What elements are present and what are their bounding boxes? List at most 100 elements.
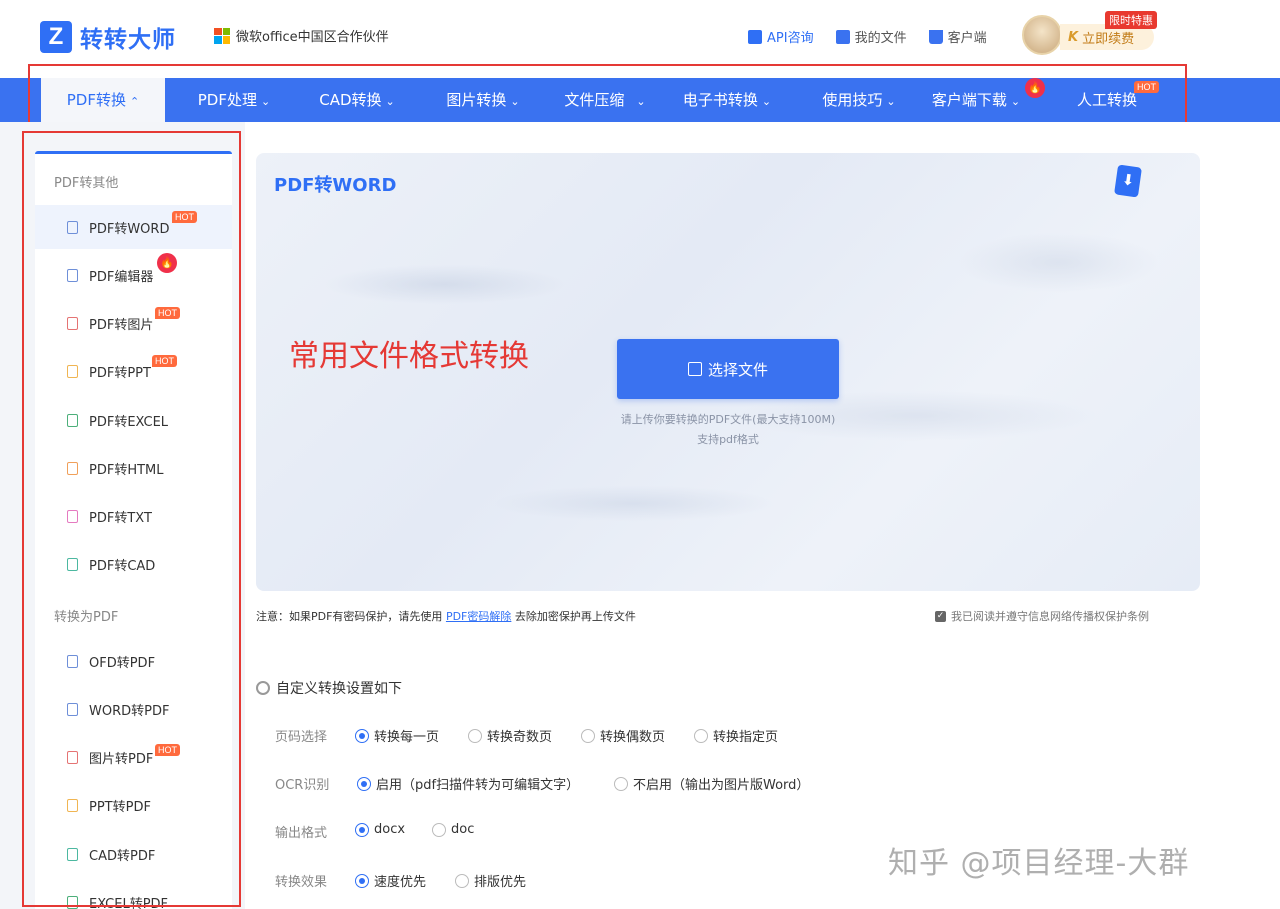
upload-area[interactable]: PDF转WORD ⬇ 常用文件格式转换 选择文件 请上传你要转换的PDF文件(最… xyxy=(256,153,1200,591)
nav-file-compress[interactable]: 文件压缩⌄ xyxy=(550,78,660,122)
nav-label: 人工转换 xyxy=(1077,91,1137,109)
nav-client-download[interactable]: 客户端下载⌄ xyxy=(920,78,1032,122)
sidebar-item-pdf-to-word[interactable]: PDF转WORD xyxy=(35,205,232,249)
sidebar-item-label: CAD转PDF xyxy=(89,845,155,864)
option-label: 排版优先 xyxy=(474,871,526,890)
radio-icon xyxy=(432,823,446,837)
nav-label: PDF处理 xyxy=(198,91,257,109)
nav-cad-convert[interactable]: CAD转换⌄ xyxy=(302,78,412,122)
option-label: 启用（pdf扫描件转为可编辑文字） xyxy=(376,774,579,793)
page-select-label: 页码选择 xyxy=(275,726,327,745)
api-consult-label: API咨询 xyxy=(767,27,814,46)
sidebar-item-excel-to-pdf[interactable]: EXCEL转PDF xyxy=(35,880,232,909)
agreement-label: 我已阅读并遵守信息网络传播权保护条例 xyxy=(951,608,1149,624)
chat-icon xyxy=(748,30,762,44)
microsoft-icon xyxy=(214,28,230,44)
radio-ocr-on[interactable]: 启用（pdf扫描件转为可编辑文字） xyxy=(357,774,579,793)
nav-pdf-convert[interactable]: PDF转换⌃ xyxy=(41,78,165,122)
nav-ebook-convert[interactable]: 电子书转换⌄ xyxy=(672,78,782,122)
sidebar-item-label: PDF转HTML xyxy=(89,459,164,478)
sidebar-item-label: PDF转CAD xyxy=(89,555,155,574)
nav-label: 文件压缩 xyxy=(564,91,624,109)
top-links: API咨询 我的文件 客户端 xyxy=(748,27,1009,46)
select-file-button[interactable]: 选择文件 xyxy=(617,339,839,399)
monitor-icon xyxy=(67,269,78,282)
radio-specific-pages[interactable]: 转换指定页 xyxy=(694,726,778,745)
option-label: 不启用（输出为图片版Word） xyxy=(633,774,809,793)
sidebar-item-ofd-to-pdf[interactable]: OFD转PDF xyxy=(35,639,232,683)
sidebar-item-label: EXCEL转PDF xyxy=(89,893,168,909)
cad-file-icon xyxy=(67,848,78,861)
sidebar-item-label: 图片转PDF xyxy=(89,748,153,767)
radio-every-page[interactable]: 转换每一页 xyxy=(355,726,439,745)
option-label: 速度优先 xyxy=(374,871,426,890)
top-header: Z 转转大师 微软office中国区合作伙伴 API咨询 我的文件 客户端 K … xyxy=(0,0,1280,78)
option-label: 转换指定页 xyxy=(713,726,778,745)
settings-title: 自定义转换设置如下 xyxy=(256,678,402,698)
radio-icon xyxy=(581,729,595,743)
image-file-icon xyxy=(67,751,78,764)
sidebar-item-pdf-editor[interactable]: PDF编辑器 xyxy=(35,253,232,297)
radio-ocr-off[interactable]: 不启用（输出为图片版Word） xyxy=(614,774,809,793)
nav-pdf-process[interactable]: PDF处理⌄ xyxy=(180,78,288,122)
watermark: 知乎 @项目经理-大群 xyxy=(888,838,1189,882)
chevron-down-icon: ⌄ xyxy=(1011,95,1020,108)
sidebar-item-label: PPT转PDF xyxy=(89,796,151,815)
api-consult-link[interactable]: API咨询 xyxy=(748,27,814,46)
ocr-label: OCR识别 xyxy=(275,774,329,793)
pdf-password-remove-link[interactable]: PDF密码解除 xyxy=(446,610,511,623)
radio-layout-first[interactable]: 排版优先 xyxy=(455,871,526,890)
sidebar-item-label: WORD转PDF xyxy=(89,700,169,719)
effect-label: 转换效果 xyxy=(275,871,327,890)
limited-offer-badge: 限时特惠 xyxy=(1105,11,1157,29)
chevron-down-icon: ⌄ xyxy=(762,95,771,108)
cad-file-icon xyxy=(67,558,78,571)
nav-tips[interactable]: 使用技巧⌄ xyxy=(806,78,912,122)
sidebar-item-label: PDF编辑器 xyxy=(89,266,153,285)
sidebar-group-pdf-to-other: PDF转其他 xyxy=(54,172,118,191)
avatar[interactable] xyxy=(1022,15,1062,55)
client-link[interactable]: 客户端 xyxy=(929,27,987,46)
image-file-icon xyxy=(67,317,78,330)
nav-image-convert[interactable]: 图片转换⌄ xyxy=(428,78,538,122)
sidebar-item-cad-to-pdf[interactable]: CAD转PDF xyxy=(35,832,232,876)
annotation-text: 常用文件格式转换 xyxy=(289,331,529,375)
download-icon[interactable]: ⬇ xyxy=(1114,164,1142,197)
sidebar-item-pdf-to-html[interactable]: PDF转HTML xyxy=(35,446,232,490)
html-file-icon xyxy=(67,462,78,475)
radio-docx[interactable]: docx xyxy=(355,822,405,837)
agreement-checkbox[interactable]: ✓ 我已阅读并遵守信息网络传播权保护条例 xyxy=(935,608,1149,624)
sidebar-item-pdf-to-excel[interactable]: PDF转EXCEL xyxy=(35,398,232,442)
sidebar-group-to-pdf: 转换为PDF xyxy=(54,606,118,625)
logo[interactable]: Z 转转大师 xyxy=(40,20,176,54)
hot-badge: HOT xyxy=(155,744,180,756)
upload-hint: 请上传你要转换的PDF文件(最大支持100M) xyxy=(506,411,950,427)
radio-even-pages[interactable]: 转换偶数页 xyxy=(581,726,665,745)
sidebar-item-pdf-to-ppt[interactable]: PDF转PPT xyxy=(35,349,232,393)
radio-speed-first[interactable]: 速度优先 xyxy=(355,871,426,890)
sidebar-item-label: PDF转WORD xyxy=(89,218,169,237)
page-title: PDF转WORD xyxy=(274,171,396,197)
chevron-down-icon: ⌄ xyxy=(510,95,519,108)
sidebar-item-image-to-pdf[interactable]: 图片转PDF xyxy=(35,735,232,779)
chevron-up-icon: ⌃ xyxy=(130,95,139,108)
sidebar: PDF转其他 PDF转WORD HOT PDF编辑器 🔥 PDF转图片 HOT … xyxy=(35,151,232,909)
sidebar-item-pdf-to-cad[interactable]: PDF转CAD xyxy=(35,542,232,586)
sidebar-item-word-to-pdf[interactable]: WORD转PDF xyxy=(35,687,232,731)
folder-icon xyxy=(836,30,850,44)
select-file-label: 选择文件 xyxy=(708,359,768,380)
radio-icon xyxy=(468,729,482,743)
sidebar-item-pdf-to-txt[interactable]: PDF转TXT xyxy=(35,494,232,538)
vip-icon: K xyxy=(1068,30,1078,45)
radio-icon xyxy=(694,729,708,743)
radio-doc[interactable]: doc xyxy=(432,822,474,837)
sidebar-item-pdf-to-image[interactable]: PDF转图片 xyxy=(35,301,232,345)
sidebar-item-label: PDF转TXT xyxy=(89,507,152,526)
radio-icon xyxy=(455,874,469,888)
checkbox-icon[interactable]: ✓ xyxy=(935,611,946,622)
radio-odd-pages[interactable]: 转换奇数页 xyxy=(468,726,552,745)
my-files-link[interactable]: 我的文件 xyxy=(836,27,907,46)
sidebar-item-ppt-to-pdf[interactable]: PPT转PDF xyxy=(35,783,232,827)
radio-icon xyxy=(357,777,371,791)
note-suffix: 去除加密保护再上传文件 xyxy=(511,610,636,623)
